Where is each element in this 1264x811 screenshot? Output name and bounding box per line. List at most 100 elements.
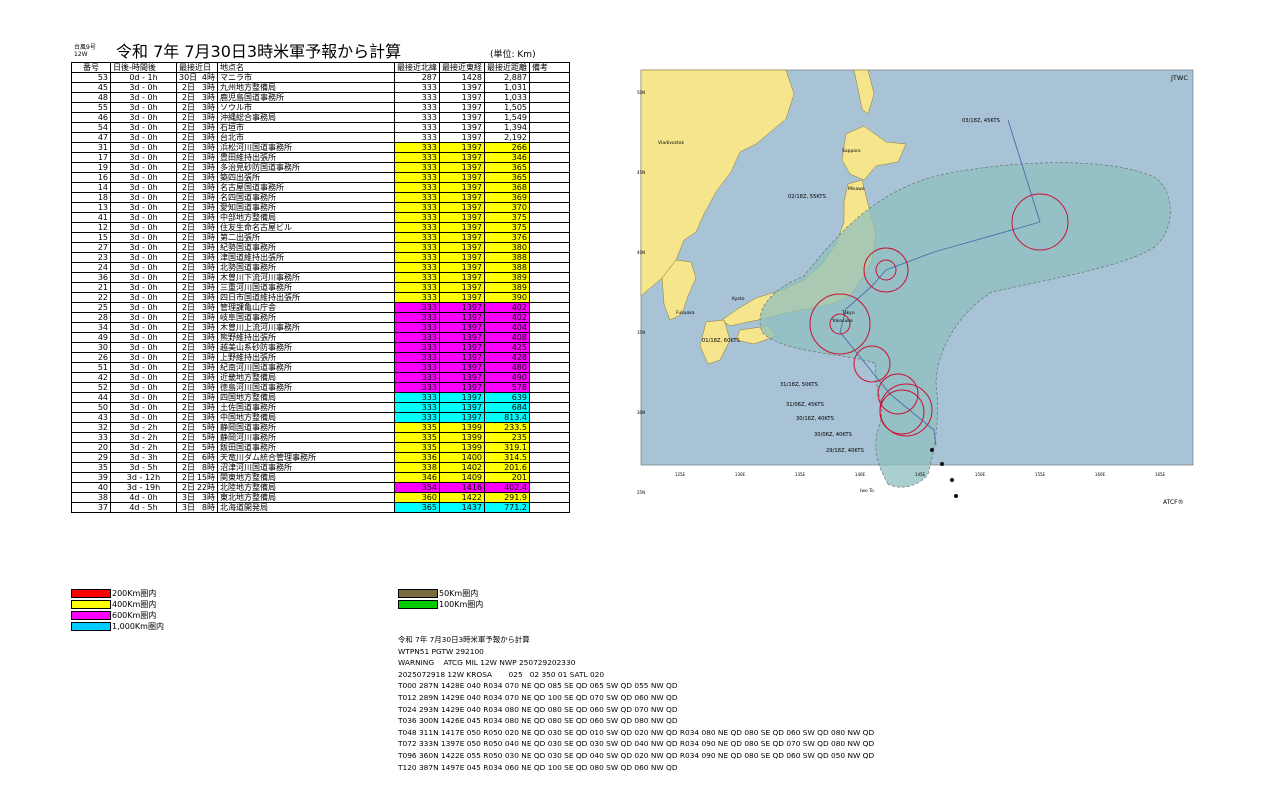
legend-swatch xyxy=(398,589,438,598)
cell-remarks xyxy=(529,182,570,193)
closest-day: 2日 xyxy=(181,183,195,192)
table-row: 32 3d - 2h 2日 5時 静岡国道事務所 335 1399 233.5 xyxy=(71,422,570,433)
closest-day: 2日 xyxy=(181,163,195,172)
closest-day: 2日 xyxy=(181,403,195,412)
jtwc-bulletin: 令和 7年 7月30日3時米軍予報から計算 WTPN51 PGTW 292100 W… xyxy=(398,634,874,773)
cell-lon: 1422 xyxy=(439,492,485,503)
cell-lon: 1399 xyxy=(439,432,485,443)
closest-day: 2日 xyxy=(181,453,195,462)
latitude-tick: 35N xyxy=(637,330,645,335)
forecast-label: 29/18Z, 40KTS xyxy=(826,448,864,454)
cell-lat: 335 xyxy=(394,422,440,433)
table-row: 55 3d - 0h 2日 3時 ソウル市 333 1397 1,505 xyxy=(71,102,570,113)
closest-day: 2日 xyxy=(181,103,195,112)
table-row: 49 3d - 0h 2日 3時 熊野維持出張所 333 1397 408 xyxy=(71,332,570,343)
closest-day: 2日 xyxy=(181,483,195,492)
cell-closest-time: 2日 3時 xyxy=(176,312,218,323)
table-row: 26 3d - 0h 2日 3時 上野維持出張所 333 1397 428 xyxy=(71,352,570,363)
cell-offset: 3d - 0h xyxy=(110,382,177,393)
cell-lat: 333 xyxy=(394,222,440,233)
closest-day: 2日 xyxy=(181,93,195,102)
table-row: 43 3d - 0h 2日 3時 中国地方整備局 333 1397 813.4 xyxy=(71,412,570,423)
table-row: 25 3d - 0h 2日 3時 管理課亀山庁舎 333 1397 402 xyxy=(71,302,570,313)
closest-day: 2日 xyxy=(181,303,195,312)
closest-day: 2日 xyxy=(181,373,195,382)
closest-day: 2日 xyxy=(181,253,195,262)
cell-number: 34 xyxy=(71,322,111,333)
cell-dist: 266 xyxy=(484,142,530,153)
cell-offset: 3d - 0h xyxy=(110,302,177,313)
cell-dist: 480 xyxy=(484,362,530,373)
cell-dist: 408 xyxy=(484,332,530,343)
cell-closest-time: 2日 3時 xyxy=(176,242,218,253)
cell-closest-time: 2日 6時 xyxy=(176,452,218,463)
cell-number: 19 xyxy=(71,162,111,173)
cell-remarks xyxy=(529,172,570,183)
latitude-tick: 30N xyxy=(637,410,645,415)
cell-lat: 333 xyxy=(394,212,440,223)
cell-lat: 333 xyxy=(394,282,440,293)
cell-lat: 333 xyxy=(394,362,440,373)
closest-day: 2日 xyxy=(181,113,195,122)
cell-lat: 333 xyxy=(394,202,440,213)
cell-place-name: 岐阜国道事務所 xyxy=(217,312,395,323)
legend-item: 1,000Km圏内 xyxy=(71,621,164,632)
cell-place-name: 沖縄総合事務局 xyxy=(217,112,395,123)
cell-offset: 3d - 0h xyxy=(110,292,177,303)
cell-closest-time: 3日 3時 xyxy=(176,492,218,503)
longitude-tick: 160E xyxy=(1095,472,1106,477)
legend-swatch xyxy=(71,622,111,631)
cell-closest-time: 2日 3時 xyxy=(176,142,218,153)
closest-hour: 3時 xyxy=(201,93,215,102)
cell-lon: 1397 xyxy=(439,252,485,263)
cell-closest-time: 2日 3時 xyxy=(176,132,218,143)
cell-place-name: 管理課亀山庁舎 xyxy=(217,302,395,313)
cell-dist: 2,887 xyxy=(484,72,530,83)
typhoon-number: 台風9号 xyxy=(74,44,96,51)
cell-lon: 1409 xyxy=(439,472,485,483)
cell-place-name: 石垣市 xyxy=(217,122,395,133)
closest-day: 2日 xyxy=(181,343,195,352)
table-row: 30 3d - 0h 2日 3時 越美山系砂防事務所 333 1397 425 xyxy=(71,342,570,353)
cell-lat: 333 xyxy=(394,272,440,283)
cell-remarks xyxy=(529,302,570,313)
cell-offset: 3d - 0h xyxy=(110,362,177,373)
table-row: 48 3d - 0h 2日 3時 鹿児島国道事務所 333 1397 1,033 xyxy=(71,92,570,103)
cell-lon: 1397 xyxy=(439,352,485,363)
cell-dist: 1,033 xyxy=(484,92,530,103)
cell-lat: 333 xyxy=(394,402,440,413)
map-place-name: Sapporo xyxy=(842,148,861,154)
cell-lon: 1397 xyxy=(439,182,485,193)
legend-item: 200Km圏内 xyxy=(71,588,156,599)
closest-hour: 3時 xyxy=(201,213,215,222)
closest-day: 2日 xyxy=(181,333,195,342)
bulletin-line: T072 333N 1397E 050 R050 040 NE QD 030 S… xyxy=(398,739,875,749)
cell-remarks xyxy=(529,412,570,423)
cell-offset: 3d - 0h xyxy=(110,392,177,403)
forecast-label: 31/06Z, 45KTS xyxy=(786,402,824,408)
cell-lon: 1397 xyxy=(439,362,485,373)
cell-dist: 404 xyxy=(484,322,530,333)
column-header: 最接近距離 xyxy=(484,62,530,73)
closest-day: 2日 xyxy=(181,433,195,442)
cell-closest-time: 2日 22時 xyxy=(176,482,218,493)
cell-closest-time: 2日 3時 xyxy=(176,342,218,353)
cell-closest-time: 2日 3時 xyxy=(176,112,218,123)
table-row: 40 3d - 19h 2日 22時 北陸地方整備局 354 1416 402.4 xyxy=(71,482,570,493)
cell-remarks xyxy=(529,192,570,203)
cell-place-name: 多治見砂防国道事務所 xyxy=(217,162,395,173)
cell-lon: 1397 xyxy=(439,202,485,213)
legend-label: 400Km圏内 xyxy=(112,600,157,609)
cell-place-name: 津国道維持出張所 xyxy=(217,252,395,263)
cell-dist: 2,192 xyxy=(484,132,530,143)
table-row: 53 0d - 1h 30日 4時 マニラ市 287 1428 2,887 xyxy=(71,72,570,83)
cell-number: 26 xyxy=(71,352,111,363)
table-row: 13 3d - 0h 2日 3時 愛知国道事務所 333 1397 370 xyxy=(71,202,570,213)
closest-hour: 3時 xyxy=(201,393,215,402)
cell-lon: 1400 xyxy=(439,452,485,463)
cell-place-name: 浜松河川国道事務所 xyxy=(217,142,395,153)
cell-number: 51 xyxy=(71,362,111,373)
table-row: 16 3d - 0h 2日 3時 築四出張所 333 1397 365 xyxy=(71,172,570,183)
cell-place-name: 名四国道事務所 xyxy=(217,192,395,203)
column-header: 番号 xyxy=(71,62,111,73)
